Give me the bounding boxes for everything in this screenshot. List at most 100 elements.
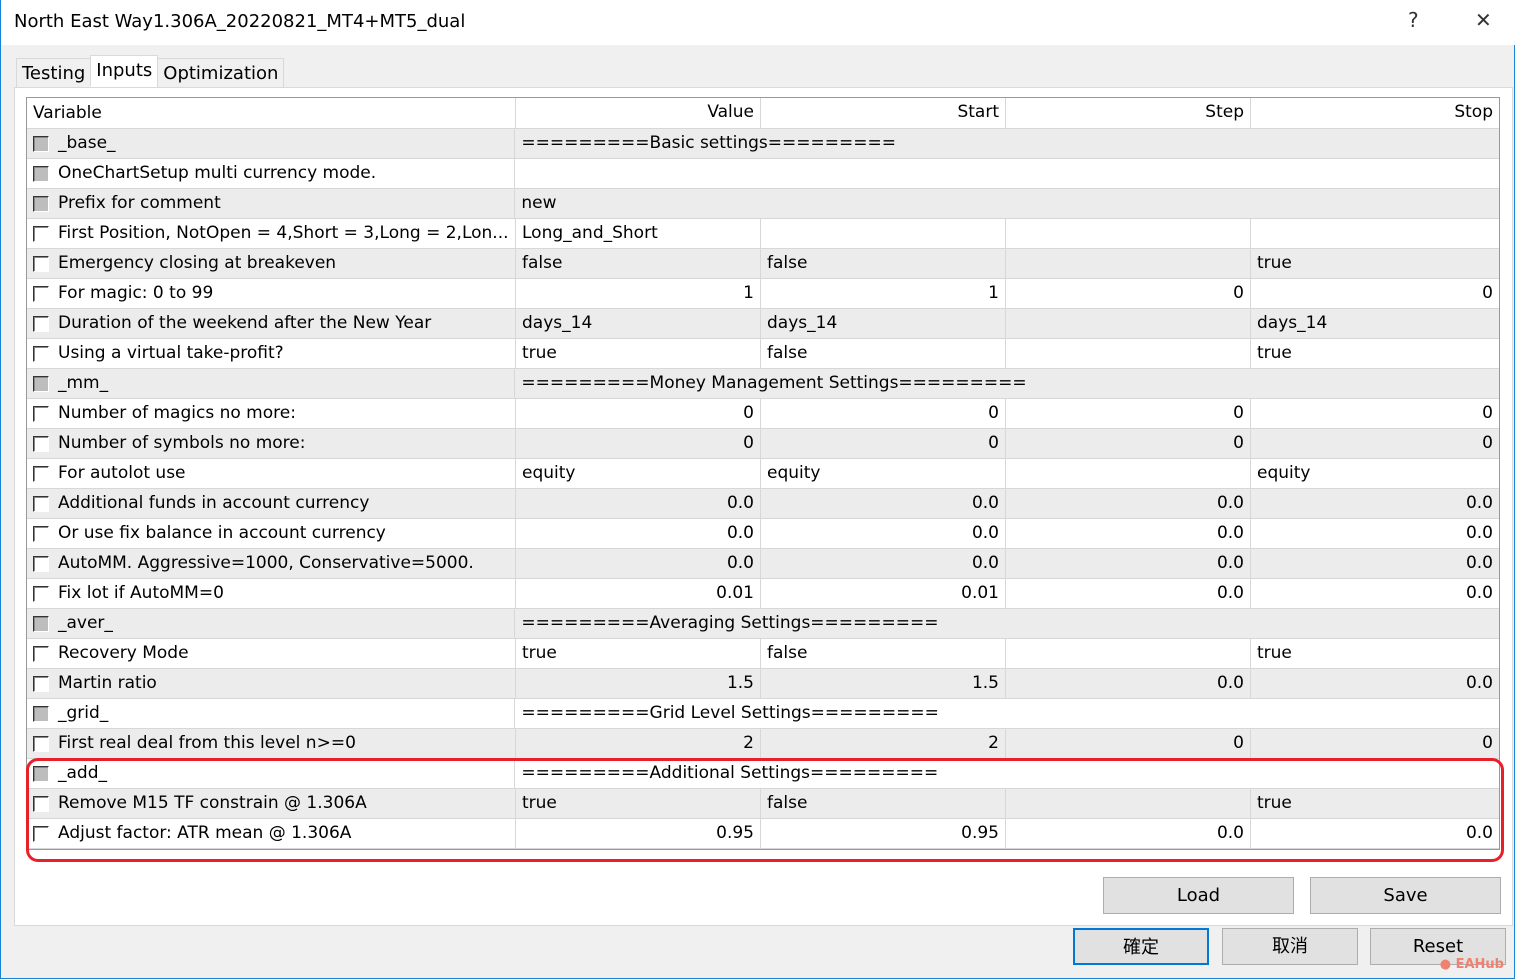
start-cell[interactable]: 0.01 (761, 579, 1006, 608)
header-step[interactable]: Step (1006, 98, 1251, 128)
table-row[interactable]: First real deal from this level n>=0 2 2 0 0 (27, 729, 1499, 759)
table-row[interactable]: Recovery Mode true false true (27, 639, 1499, 669)
optimize-checkbox[interactable] (33, 525, 49, 542)
start-cell[interactable]: equity (761, 459, 1006, 488)
value-cell[interactable]: 0.0 (516, 549, 761, 578)
step-cell[interactable] (1006, 789, 1251, 818)
header-stop[interactable]: Stop (1251, 98, 1499, 128)
table-row[interactable]: _aver_ =========Averaging Settings=======… (27, 609, 1499, 639)
start-cell[interactable]: false (761, 639, 1006, 668)
stop-cell[interactable]: 0.0 (1251, 669, 1499, 698)
step-cell[interactable]: 0 (1006, 429, 1251, 458)
start-cell[interactable]: 2 (761, 729, 1006, 758)
step-cell[interactable] (1006, 309, 1251, 338)
optimize-checkbox[interactable] (33, 165, 49, 182)
table-row[interactable]: Prefix for comment new (27, 189, 1499, 219)
step-cell[interactable]: 0.0 (1006, 519, 1251, 548)
stop-cell[interactable]: 0.0 (1251, 579, 1499, 608)
value-cell[interactable]: new (515, 189, 1499, 218)
value-cell[interactable]: days_14 (516, 309, 761, 338)
stop-cell[interactable]: true (1251, 339, 1499, 368)
optimize-checkbox[interactable] (33, 825, 49, 842)
value-cell[interactable]: 0.0 (516, 519, 761, 548)
table-row[interactable]: Fix lot if AutoMM=0 0.01 0.01 0.0 0.0 (27, 579, 1499, 609)
table-row[interactable]: Adjust factor: ATR mean @ 1.306A 0.95 0.95… (27, 819, 1499, 849)
optimize-checkbox[interactable] (33, 345, 49, 362)
value-cell[interactable]: equity (516, 459, 761, 488)
start-cell[interactable]: 0 (761, 429, 1006, 458)
step-cell[interactable] (1006, 219, 1251, 248)
value-cell[interactable]: 0.01 (516, 579, 761, 608)
table-row[interactable]: For magic: 0 to 99 1 1 0 0 (27, 279, 1499, 309)
header-value[interactable]: Value (516, 98, 761, 128)
stop-cell[interactable]: 0 (1251, 729, 1499, 758)
optimize-checkbox[interactable] (33, 255, 49, 272)
optimize-checkbox[interactable] (33, 765, 49, 782)
stop-cell[interactable]: true (1251, 789, 1499, 818)
step-cell[interactable] (1006, 249, 1251, 278)
start-cell[interactable]: false (761, 789, 1006, 818)
table-row[interactable]: _grid_ =========Grid Level Settings======… (27, 699, 1499, 729)
optimize-checkbox[interactable] (33, 225, 49, 242)
stop-cell[interactable]: 0.0 (1251, 549, 1499, 578)
step-cell[interactable] (1006, 459, 1251, 488)
header-variable[interactable]: Variable (27, 98, 516, 128)
optimize-checkbox[interactable] (33, 735, 49, 752)
save-button[interactable]: Save (1310, 877, 1501, 914)
step-cell[interactable]: 0.0 (1006, 819, 1251, 848)
tab-inputs[interactable]: Inputs (90, 55, 159, 87)
table-row[interactable]: Using a virtual take-profit? true false tru… (27, 339, 1499, 369)
stop-cell[interactable]: 0 (1251, 429, 1499, 458)
table-row[interactable]: Additional funds in account currency 0.0 0… (27, 489, 1499, 519)
load-button[interactable]: Load (1103, 877, 1294, 914)
stop-cell[interactable]: 0 (1251, 279, 1499, 308)
step-cell[interactable]: 0 (1006, 399, 1251, 428)
tab-optimization[interactable]: Optimization (157, 58, 285, 88)
optimize-checkbox[interactable] (33, 555, 49, 572)
step-cell[interactable] (1006, 339, 1251, 368)
optimize-checkbox[interactable] (33, 375, 49, 392)
table-row[interactable]: Martin ratio 1.5 1.5 0.0 0.0 (27, 669, 1499, 699)
table-row[interactable]: AutoMM. Aggressive=1000, Conservative=50… (27, 549, 1499, 579)
cancel-button[interactable]: 取消 (1222, 928, 1358, 965)
table-row[interactable]: _base_ =========Basic settings========= (27, 129, 1499, 159)
optimize-checkbox[interactable] (33, 465, 49, 482)
value-cell[interactable]: 0 (516, 429, 761, 458)
start-cell[interactable]: 0.0 (761, 489, 1006, 518)
value-cell[interactable]: true (516, 789, 761, 818)
value-cell[interactable]: 1.5 (516, 669, 761, 698)
optimize-checkbox[interactable] (33, 585, 49, 602)
stop-cell[interactable]: days_14 (1251, 309, 1499, 338)
stop-cell[interactable]: 0.0 (1251, 489, 1499, 518)
stop-cell[interactable]: 0 (1251, 399, 1499, 428)
table-row[interactable]: _add_ =========Additional Settings=======… (27, 759, 1499, 789)
stop-cell[interactable]: true (1251, 249, 1499, 278)
table-row[interactable]: Number of symbols no more: 0 0 0 0 (27, 429, 1499, 459)
stop-cell[interactable]: true (1251, 639, 1499, 668)
header-start[interactable]: Start (761, 98, 1006, 128)
value-cell[interactable] (515, 159, 1499, 188)
start-cell[interactable]: 1.5 (761, 669, 1006, 698)
optimize-checkbox[interactable] (33, 615, 49, 632)
step-cell[interactable]: 0.0 (1006, 669, 1251, 698)
start-cell[interactable]: false (761, 249, 1006, 278)
value-cell[interactable]: =========Basic settings========= (515, 129, 1499, 158)
optimize-checkbox[interactable] (33, 645, 49, 662)
table-row[interactable]: _mm_ =========Money Management Settings==… (27, 369, 1499, 399)
optimize-checkbox[interactable] (33, 285, 49, 302)
ok-button[interactable]: 確定 (1073, 928, 1209, 965)
value-cell[interactable]: true (516, 339, 761, 368)
table-row[interactable]: Number of magics no more: 0 0 0 0 (27, 399, 1499, 429)
value-cell[interactable]: 0 (516, 399, 761, 428)
start-cell[interactable]: days_14 (761, 309, 1006, 338)
value-cell[interactable]: Long_and_Short (516, 219, 761, 248)
optimize-checkbox[interactable] (33, 315, 49, 332)
value-cell[interactable]: 0.95 (516, 819, 761, 848)
step-cell[interactable] (1006, 639, 1251, 668)
step-cell[interactable]: 0.0 (1006, 579, 1251, 608)
table-row[interactable]: First Position, NotOpen = 4,Short = 3,Lo… (27, 219, 1499, 249)
optimize-checkbox[interactable] (33, 435, 49, 452)
stop-cell[interactable]: 0.0 (1251, 519, 1499, 548)
table-row[interactable]: Duration of the weekend after the New Ye… (27, 309, 1499, 339)
value-cell[interactable]: 0.0 (516, 489, 761, 518)
